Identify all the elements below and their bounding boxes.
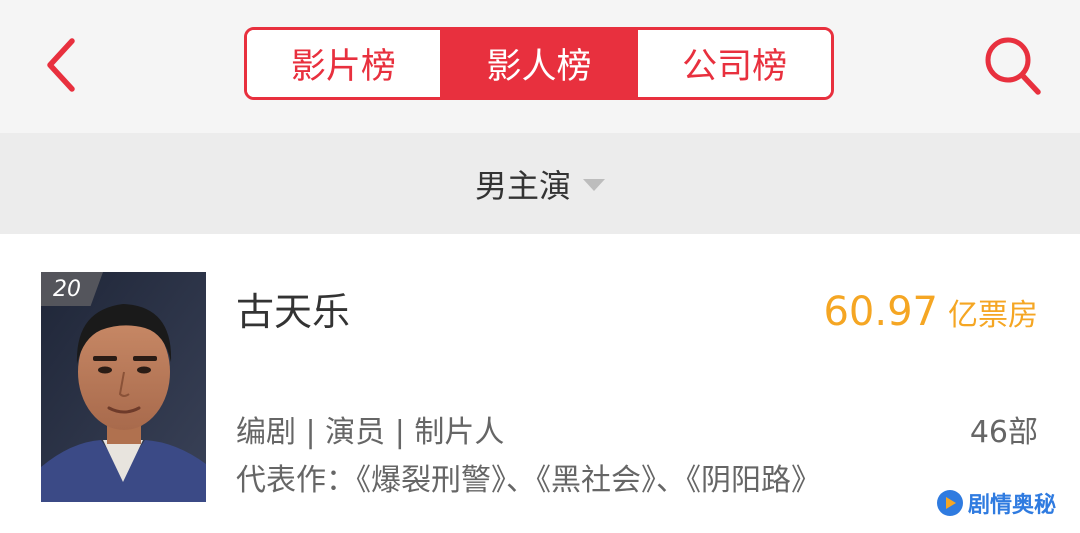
- boxoffice-total: 60.97 亿票房: [823, 288, 1038, 336]
- role-filter-dropdown[interactable]: 男主演: [475, 161, 605, 207]
- tab-company-ranking[interactable]: 公司榜: [635, 30, 831, 97]
- portrait-image: [41, 272, 206, 502]
- works-count: 46部: [969, 415, 1038, 450]
- representative-works: 代表作：《爆裂刑警》、《黑社会》、《阴阳路》: [236, 463, 821, 498]
- boxoffice-value: 60.97: [823, 289, 938, 335]
- search-icon: [985, 37, 1041, 95]
- ranking-tabs: 影片榜 影人榜 公司榜: [244, 27, 834, 100]
- chevron-left-icon: [47, 38, 75, 92]
- person-list-item[interactable]: 20 古天乐 60.97 亿票房 编剧 | 演员 | 制片人 46部 代表作：《…: [0, 234, 1080, 533]
- person-photo: 20: [41, 272, 206, 502]
- boxoffice-unit: 亿票房: [948, 298, 1038, 333]
- person-roles: 编剧 | 演员 | 制片人: [236, 415, 505, 450]
- search-button[interactable]: [975, 28, 1050, 103]
- watermark-text: 剧情奥秘: [967, 493, 1056, 518]
- tab-film-ranking[interactable]: 影片榜: [247, 30, 440, 97]
- top-bar: 影片榜 影人榜 公司榜: [0, 0, 1080, 133]
- back-button[interactable]: [30, 30, 90, 100]
- rank-number: 20: [53, 276, 81, 302]
- ranking-page: 影片榜 影人榜 公司榜 男主演 20 古天乐 60.97 亿票房 编剧 | 演员…: [0, 0, 1080, 533]
- watermark: 剧情奥秘: [936, 487, 1056, 519]
- filter-label: 男主演: [474, 166, 571, 205]
- filter-bar: 男主演: [0, 133, 1080, 234]
- watermark-logo-icon: [936, 490, 963, 516]
- person-name: 古天乐: [236, 290, 351, 334]
- caret-down-icon: [583, 178, 605, 191]
- tab-people-ranking[interactable]: 影人榜: [439, 30, 636, 97]
